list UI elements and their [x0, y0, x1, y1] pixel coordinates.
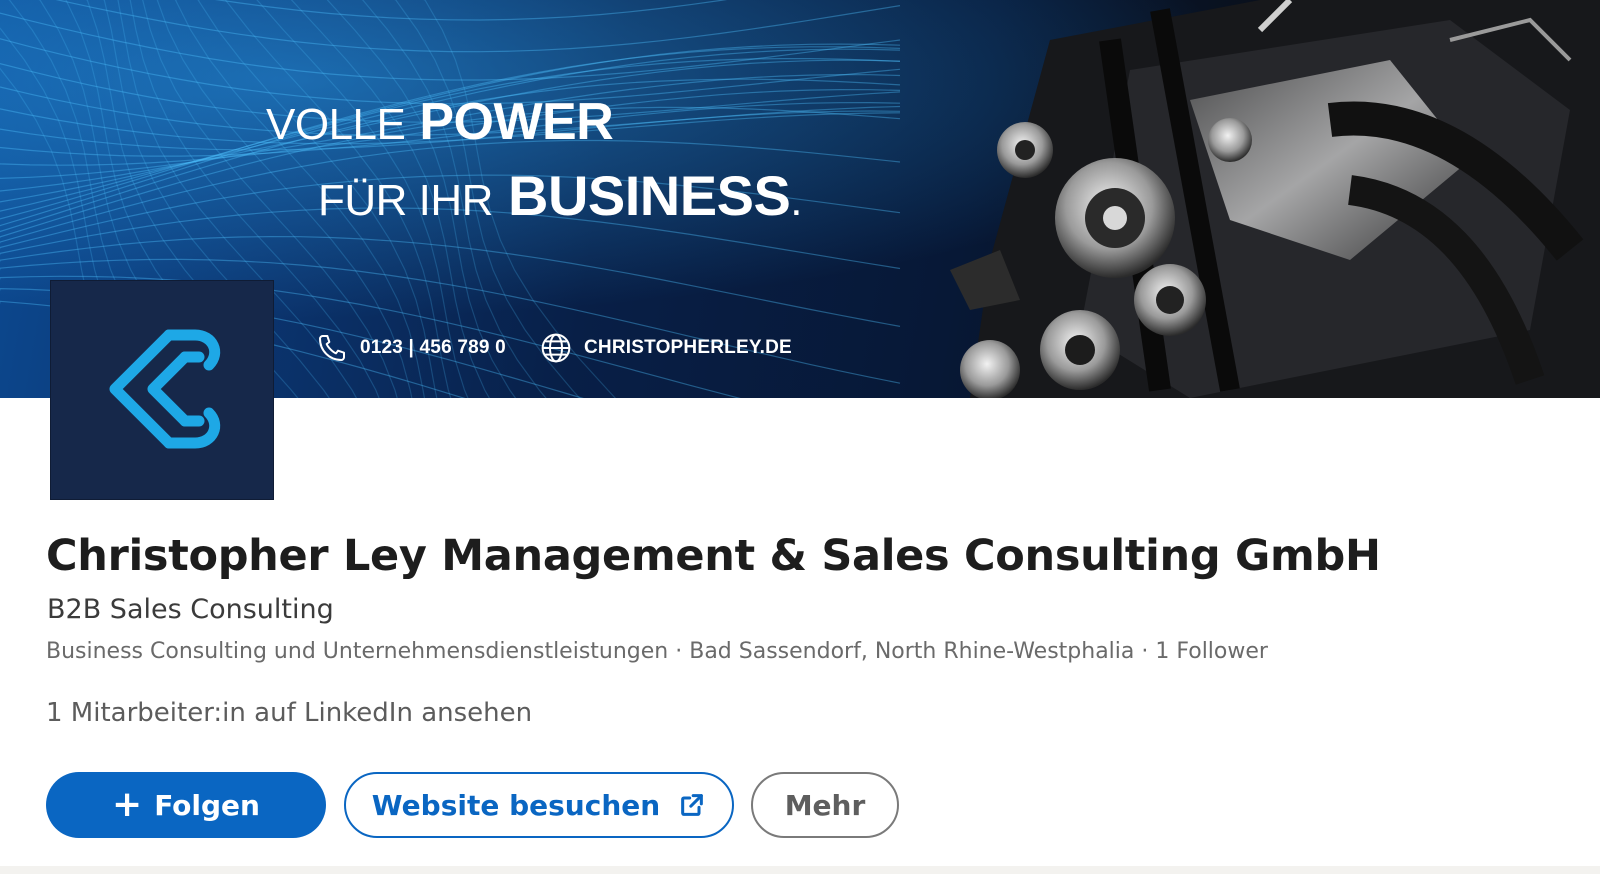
- employees-link[interactable]: 1 Mitarbeiter:in auf LinkedIn ansehen: [46, 696, 532, 730]
- follow-button[interactable]: + Folgen: [46, 772, 326, 838]
- page-divider: [0, 866, 1600, 874]
- company-meta: Business Consulting und Unternehmensdien…: [46, 639, 1268, 664]
- external-link-icon: [681, 794, 704, 816]
- engine-image: [950, 0, 1600, 398]
- follow-label: Folgen: [154, 788, 260, 822]
- visit-website-label: Website besuchen: [371, 788, 661, 822]
- plus-icon: +: [112, 784, 143, 825]
- company-logo[interactable]: [50, 280, 274, 500]
- headline-word-power: POWER: [419, 93, 614, 151]
- company-name: Christopher Ley Management & Sales Consu…: [46, 531, 1381, 581]
- headline-word-business: BUSINESS: [508, 164, 791, 227]
- banner-headline-line-1: VOLLE POWER: [266, 92, 614, 155]
- phone-number: 0123 | 456 789 0: [360, 337, 506, 358]
- headline-word-volle: VOLLE: [266, 100, 406, 149]
- banner-headline-line-2: FÜR IHR BUSINESS.: [318, 164, 803, 233]
- headline-word-fuer-ihr: FÜR IHR: [318, 176, 493, 225]
- more-button[interactable]: Mehr: [751, 772, 899, 838]
- website-url: CHRISTOPHERLEY.DE: [584, 337, 792, 358]
- globe-icon: [541, 333, 571, 363]
- headline-period: .: [790, 176, 803, 225]
- company-tagline: B2B Sales Consulting: [47, 594, 334, 625]
- visit-website-button[interactable]: Website besuchen: [344, 772, 734, 838]
- phone-icon: [319, 335, 345, 361]
- banner-phone: 0123 | 456 789 0: [316, 332, 506, 364]
- company-logo-icon: [109, 329, 221, 449]
- more-label: Mehr: [784, 788, 866, 822]
- banner-website: CHRISTOPHERLEY.DE: [540, 332, 792, 364]
